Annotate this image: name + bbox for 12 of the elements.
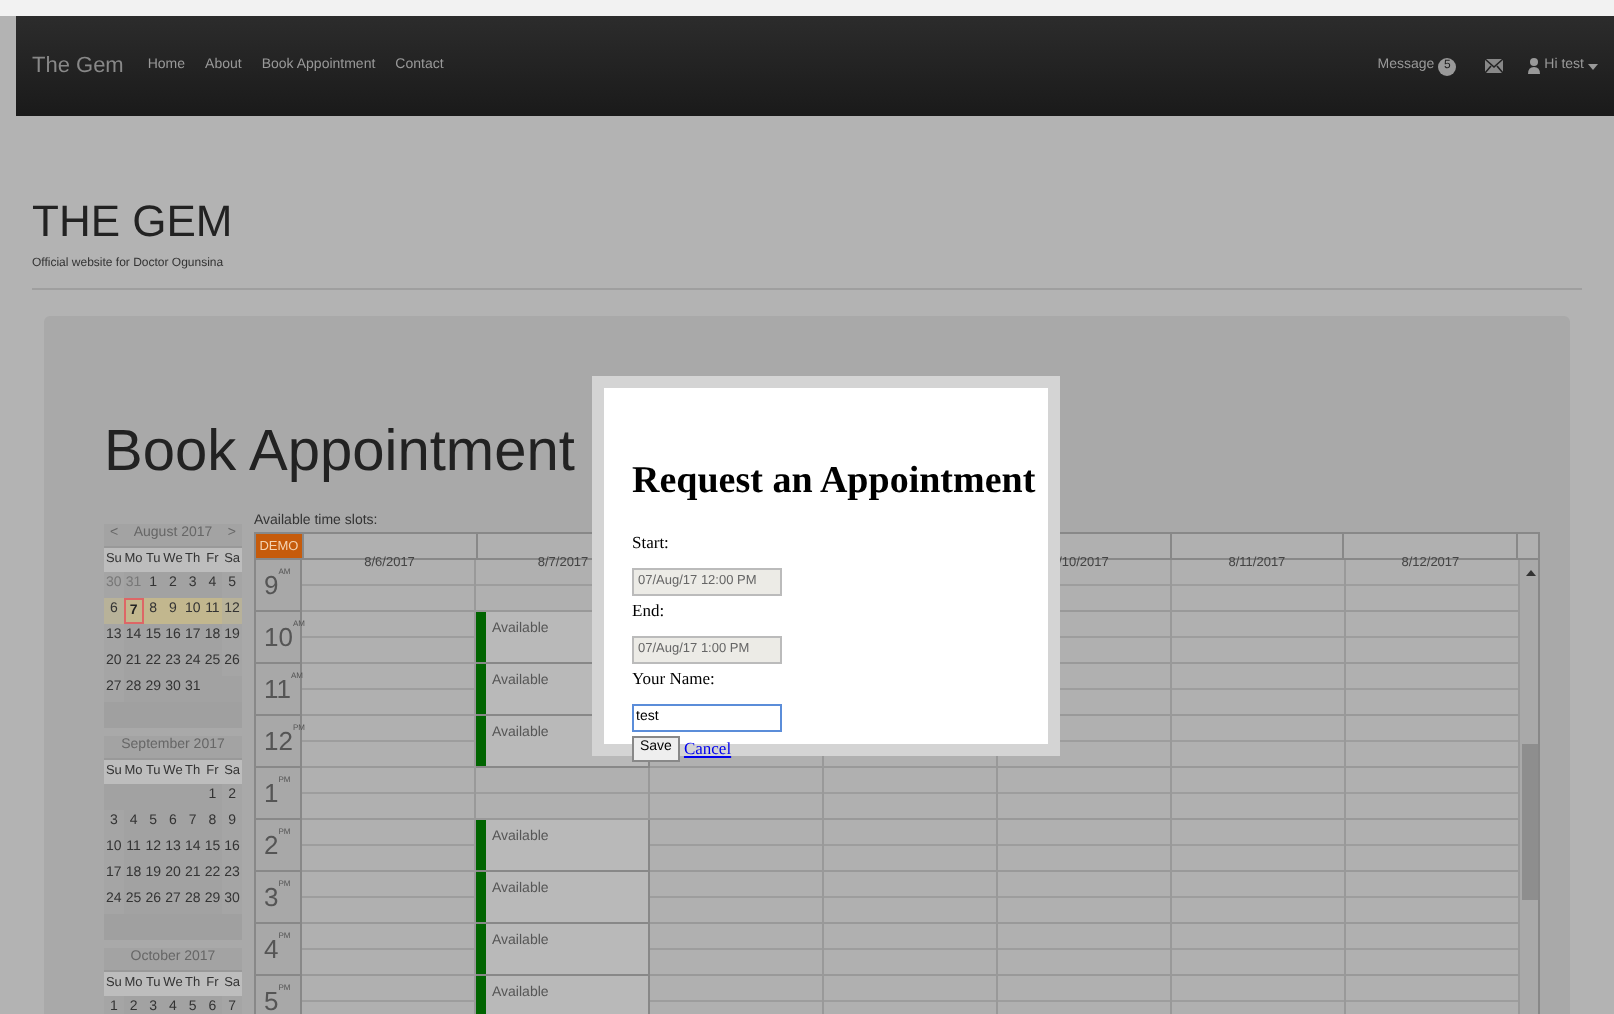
brand-link[interactable]: The Gem [32, 52, 124, 80]
user-icon [1528, 58, 1541, 74]
mail-icon[interactable] [1484, 58, 1505, 74]
scroll-up-icon[interactable] [1526, 570, 1536, 576]
dialog-title: Request an Appointment [632, 460, 1038, 504]
field-label: Start: [632, 532, 671, 552]
scrollbar-thumb[interactable] [1522, 744, 1538, 900]
page-title: Book Appointment [104, 418, 575, 488]
caret-icon [1588, 63, 1598, 69]
scrollbar[interactable] [1520, 560, 1538, 1014]
site-title: THE GEM [32, 196, 235, 248]
cancel-link[interactable]: Cancel [683, 736, 732, 762]
